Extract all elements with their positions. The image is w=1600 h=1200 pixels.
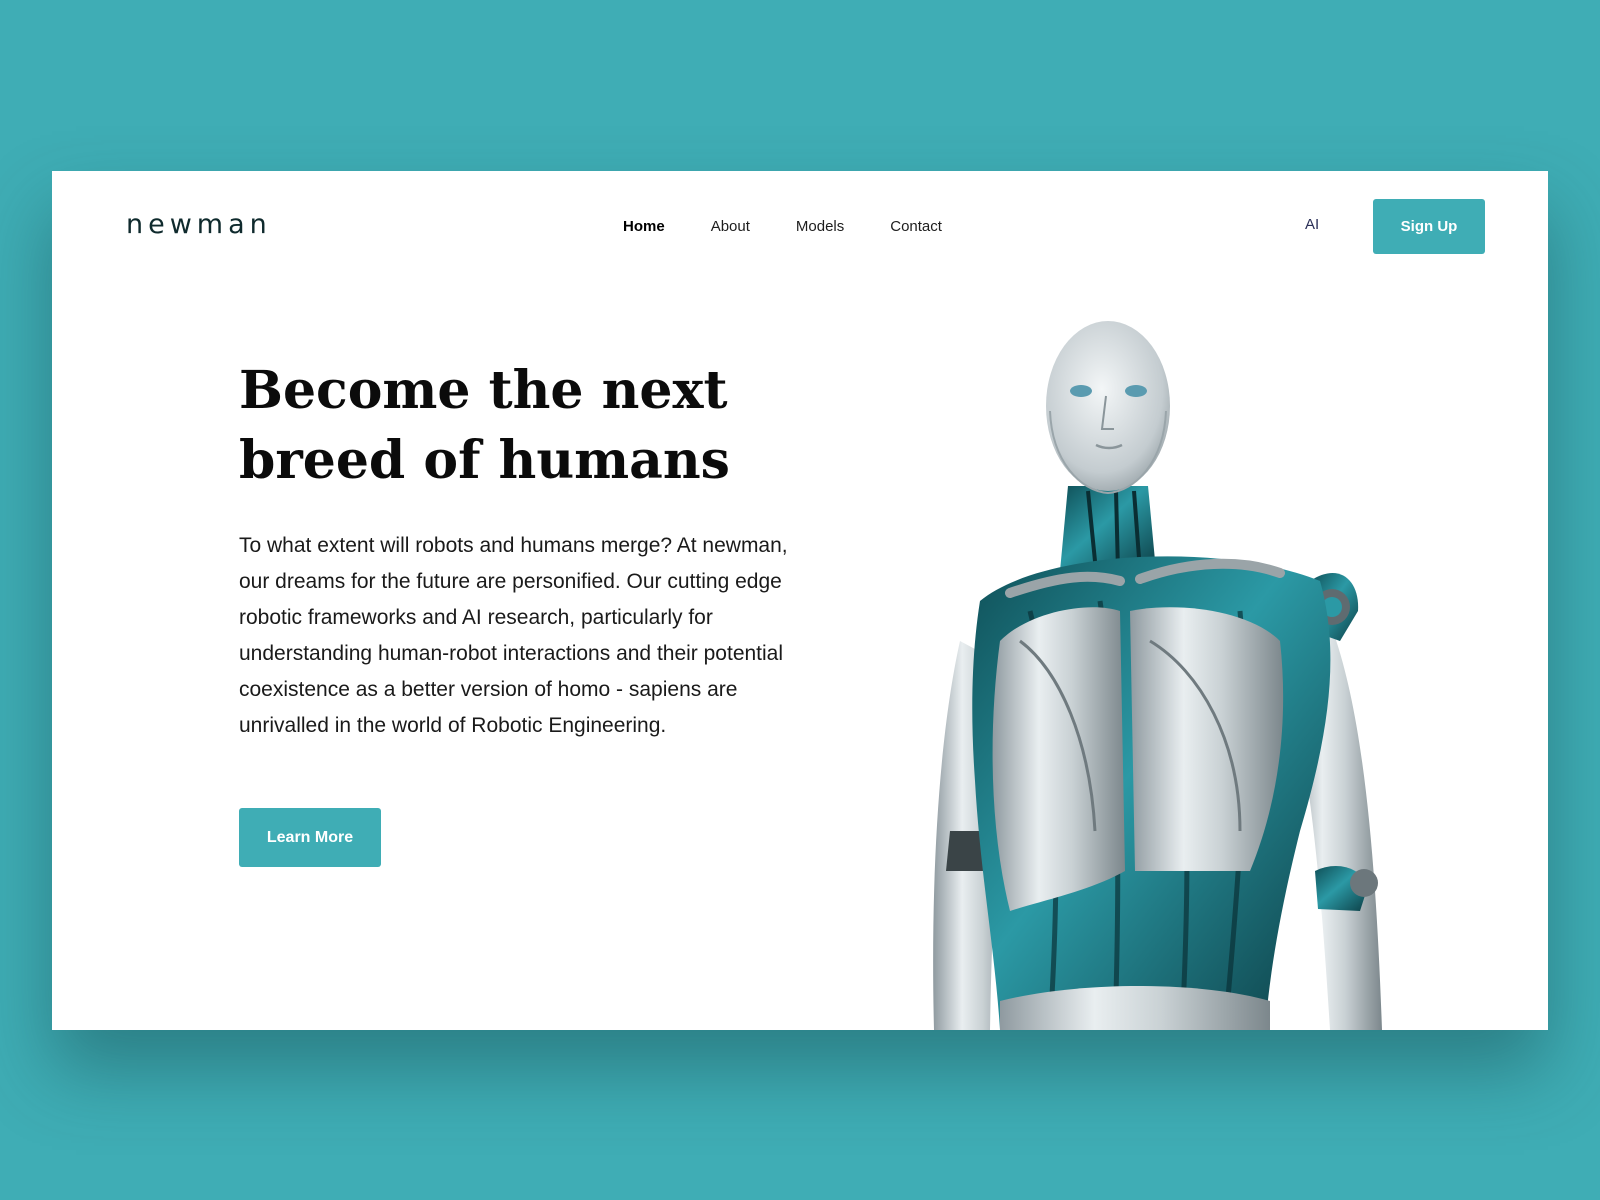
learn-more-button[interactable]: Learn More: [239, 808, 381, 867]
hero-description: To what extent will robots and humans me…: [239, 534, 788, 737]
hero-title: Become the next breed of humans: [239, 356, 759, 496]
nav-link-contact[interactable]: Contact: [890, 218, 942, 235]
hero-title-line-1: Become the next: [239, 360, 728, 421]
sign-up-button[interactable]: Sign Up: [1373, 199, 1485, 254]
nav-link-home[interactable]: Home: [623, 218, 665, 235]
nav-link-about[interactable]: About: [711, 218, 750, 235]
landing-page-card: newman Home About Models Contact AI Sign…: [52, 171, 1548, 1030]
main-navigation: Home About Models Contact: [623, 171, 988, 281]
nav-link-models[interactable]: Models: [796, 218, 844, 235]
language-selector[interactable]: AI: [1305, 216, 1319, 233]
hero-title-line-2: breed of humans: [239, 430, 730, 491]
brand-logo[interactable]: newman: [126, 209, 272, 240]
humanoid-robot-illustration: [933, 321, 1382, 1030]
